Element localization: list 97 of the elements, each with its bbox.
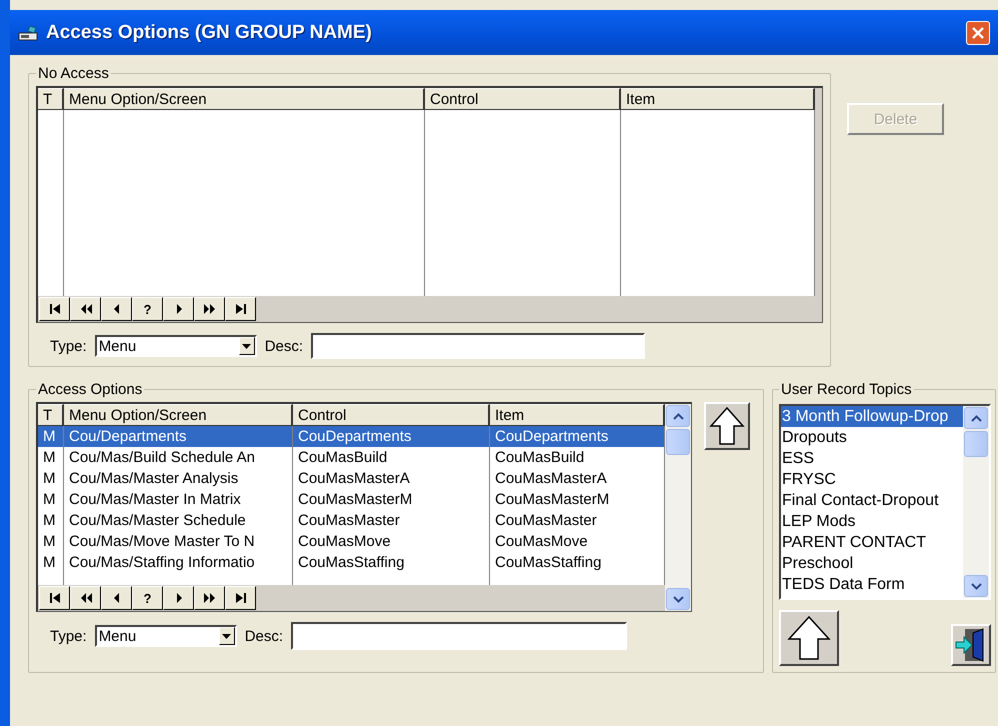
exit-button[interactable]: [951, 624, 991, 666]
table-cell[interactable]: CouMasMaster: [490, 510, 664, 531]
table-cell[interactable]: CouMasStaffing: [490, 552, 664, 573]
table-cell[interactable]: CouMasMasterM: [490, 489, 664, 510]
table-cell[interactable]: M: [38, 426, 63, 447]
scrollbar[interactable]: [963, 406, 989, 598]
column-header[interactable]: Menu Option/Screen: [64, 404, 293, 426]
table-cell[interactable]: CouMasMaster: [293, 510, 489, 531]
table-cell[interactable]: CouMasBuild: [490, 447, 664, 468]
nav-button[interactable]: [39, 297, 70, 321]
chevron-up-icon: [970, 414, 982, 422]
table-cell[interactable]: Cou/Mas/Master Analysis: [64, 468, 292, 489]
column-header[interactable]: T: [38, 88, 64, 110]
chevron-down-icon: [970, 582, 982, 590]
app-icon: [18, 24, 40, 42]
list-item[interactable]: Dropouts: [781, 427, 963, 448]
type-label: Type:: [50, 338, 87, 354]
column-header[interactable]: Control: [425, 88, 621, 110]
column-header[interactable]: Menu Option/Screen: [64, 88, 425, 110]
table-cell[interactable]: CouDepartments: [293, 426, 489, 447]
table-cell[interactable]: M: [38, 489, 63, 510]
nav-button[interactable]: [163, 297, 194, 321]
group-label: No Access: [37, 65, 110, 82]
nav-button[interactable]: [225, 586, 256, 610]
table-cell[interactable]: CouMasBuild: [293, 447, 489, 468]
column-header[interactable]: Item: [490, 404, 665, 426]
list-item[interactable]: ESS: [781, 448, 963, 469]
scroll-thumb[interactable]: [964, 431, 988, 457]
table-cell[interactable]: CouMasMasterA: [293, 468, 489, 489]
type-label: Type:: [50, 628, 87, 644]
table-cell[interactable]: CouMasMasterM: [293, 489, 489, 510]
table-cell[interactable]: CouMasMove: [293, 531, 489, 552]
list-item[interactable]: Final Contact-Dropout: [781, 490, 963, 511]
list-item[interactable]: Preschool: [781, 553, 963, 574]
nav-button[interactable]: [194, 297, 225, 321]
chevron-up-icon: [672, 412, 684, 420]
close-icon: [971, 26, 985, 40]
scroll-thumb[interactable]: [666, 429, 690, 455]
table-cell[interactable]: M: [38, 531, 63, 552]
nav-button[interactable]: [225, 297, 256, 321]
table-cell[interactable]: Cou/Mas/Master Schedule: [64, 510, 292, 531]
table-cell[interactable]: M: [38, 468, 63, 489]
nav-button[interactable]: [39, 586, 70, 610]
up-arrow-icon: [787, 615, 831, 661]
chevron-down-icon: [672, 596, 684, 602]
group-label: Access Options: [37, 381, 144, 398]
desc-field[interactable]: [311, 333, 646, 359]
table-cell[interactable]: CouMasStaffing: [293, 552, 489, 573]
nav-button[interactable]: [70, 586, 101, 610]
scroll-up-button[interactable]: [666, 405, 690, 427]
last-icon: [234, 302, 248, 316]
column-header[interactable]: Item: [621, 88, 815, 110]
list-item[interactable]: 3 Month Followup-Drop: [781, 406, 963, 427]
group-label: User Record Topics: [780, 381, 913, 398]
scroll-down-button[interactable]: [666, 588, 690, 610]
table-cell[interactable]: Cou/Departments: [64, 426, 292, 447]
list-item[interactable]: TEDS Data Form: [781, 574, 963, 595]
table-cell[interactable]: Cou/Mas/Move Master To N: [64, 531, 292, 552]
desc-field[interactable]: [291, 622, 628, 650]
window-title: Access Options (GN GROUP NAME): [46, 22, 373, 44]
up-arrow-icon: [709, 406, 745, 446]
move-up-button[interactable]: [779, 610, 839, 666]
type-dropdown[interactable]: Menu: [94, 335, 257, 357]
table-cell[interactable]: CouDepartments: [490, 426, 664, 447]
table-cell[interactable]: Cou/Mas/Build Schedule An: [64, 447, 292, 468]
list-item[interactable]: FRYSC: [781, 469, 963, 490]
column-header[interactable]: T: [38, 404, 64, 426]
nav-button[interactable]: ?: [132, 297, 163, 321]
last-icon: [234, 591, 248, 605]
first-icon: [48, 591, 62, 605]
table-cell[interactable]: Cou/Mas/Staffing Informatio: [64, 552, 292, 573]
table-cell[interactable]: M: [38, 552, 63, 573]
table-cell[interactable]: CouMasMasterA: [490, 468, 664, 489]
scroll-up-button[interactable]: [964, 407, 988, 429]
dropdown-arrow-icon: [242, 344, 252, 348]
move-up-button[interactable]: [704, 402, 750, 450]
dropdown-arrow-icon: [222, 634, 232, 638]
list-item[interactable]: LEP Mods: [781, 511, 963, 532]
nav-button[interactable]: ?: [132, 586, 163, 610]
nav-button[interactable]: [101, 586, 132, 610]
nav-button[interactable]: [194, 586, 225, 610]
scroll-down-button[interactable]: [964, 575, 988, 597]
table-cell[interactable]: CouMasMove: [490, 531, 664, 552]
scrollbar[interactable]: [665, 404, 691, 611]
list-item[interactable]: PARENT CONTACT: [781, 532, 963, 553]
column-header[interactable]: Control: [293, 404, 490, 426]
type-dropdown[interactable]: Menu: [94, 625, 237, 647]
nav-button[interactable]: [70, 297, 101, 321]
table-cell[interactable]: M: [38, 510, 63, 531]
close-button[interactable]: [966, 20, 990, 44]
nav-button[interactable]: [163, 586, 194, 610]
table-cell[interactable]: M: [38, 447, 63, 468]
nav-button[interactable]: [101, 297, 132, 321]
first-icon: [48, 302, 62, 316]
desc-label: Desc:: [244, 628, 284, 644]
table-cell[interactable]: Cou/Mas/Master In Matrix: [64, 489, 292, 510]
desc-label: Desc:: [264, 338, 304, 354]
